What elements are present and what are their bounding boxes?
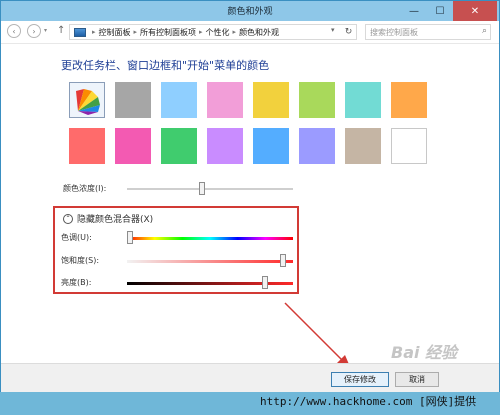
breadcrumb-item[interactable]: 控制面板 (99, 27, 131, 38)
saturation-slider-thumb[interactable] (280, 254, 287, 267)
intensity-track[interactable] (127, 188, 293, 190)
page-heading: 更改任务栏、窗口边框和"开始"菜单的颜色 (61, 59, 270, 72)
color-swatch[interactable] (253, 128, 289, 164)
hide-mixer-toggle[interactable]: ⌃ 隐藏颜色混合器(X) (63, 212, 153, 225)
color-swatch[interactable] (391, 82, 427, 118)
breadcrumb-item[interactable]: 颜色和外观 (239, 27, 279, 38)
back-button[interactable]: ‹ (7, 24, 21, 38)
address-bar[interactable]: ▸ 控制面板 ▸ 所有控制面板项 ▸ 个性化 ▸ 颜色和外观 (69, 24, 357, 40)
breadcrumb-item[interactable]: 个性化 (206, 27, 230, 38)
color-fan-icon (76, 89, 100, 115)
window-controls: — ☐ ✕ (401, 1, 497, 21)
brightness-slider-thumb[interactable] (261, 276, 268, 289)
color-mixer-panel: ⌃ 隐藏颜色混合器(X) 色调(U): 饱和度(S): 亮度(B): (53, 206, 299, 294)
maximize-button[interactable]: ☐ (427, 1, 453, 21)
color-swatch[interactable] (299, 82, 335, 118)
minimize-button[interactable]: — (401, 1, 427, 21)
intensity-slider-thumb[interactable] (198, 182, 205, 195)
hide-mixer-label: 隐藏颜色混合器(X) (77, 215, 154, 225)
saturation-label: 饱和度(S): (61, 256, 100, 265)
forward-button[interactable]: › (27, 24, 41, 38)
control-panel-icon (74, 27, 86, 37)
color-swatch[interactable] (207, 82, 243, 118)
color-swatch[interactable] (299, 128, 335, 164)
color-swatch[interactable] (161, 82, 197, 118)
address-dropdown-icon[interactable]: ▾ (331, 26, 335, 34)
collapse-icon: ⌃ (63, 213, 73, 224)
search-icon: ⌕ (481, 26, 487, 36)
color-appearance-window: 颜色和外观 — ☐ ✕ ‹ › ▾ ↑ ▸ 控制面板 ▸ 所有控制面板项 ▸ 个… (0, 0, 500, 392)
source-url-text: http://www.hackhome.com [网侠]提供 (260, 395, 477, 408)
title-bar: 颜色和外观 — ☐ ✕ (1, 1, 499, 21)
color-swatch[interactable] (345, 82, 381, 118)
hue-track[interactable] (127, 237, 293, 240)
brightness-label: 亮度(B): (61, 278, 92, 287)
saturation-track[interactable] (127, 260, 293, 263)
color-swatch[interactable] (115, 82, 151, 118)
watermark: Bai 经验 (391, 343, 458, 362)
color-swatch[interactable] (253, 82, 289, 118)
hue-slider-thumb[interactable] (127, 231, 134, 244)
swatch-automatic[interactable] (69, 82, 105, 118)
up-button[interactable]: ↑ (57, 25, 65, 36)
brightness-track[interactable] (127, 282, 293, 285)
save-changes-button[interactable]: 保存修改 (331, 372, 389, 387)
search-placeholder: 搜索控制面板 (370, 27, 418, 37)
cancel-button[interactable]: 取消 (395, 372, 439, 387)
search-input[interactable]: 搜索控制面板 ⌕ (365, 24, 491, 40)
color-swatch[interactable] (69, 128, 105, 164)
hue-label: 色调(U): (61, 233, 92, 242)
refresh-button[interactable]: ↻ (341, 24, 357, 40)
history-dropdown-icon[interactable]: ▾ (44, 27, 47, 34)
color-swatch[interactable] (115, 128, 151, 164)
navigation-bar: ‹ › ▾ ↑ ▸ 控制面板 ▸ 所有控制面板项 ▸ 个性化 ▸ 颜色和外观 ▾… (1, 21, 499, 44)
color-swatch[interactable] (391, 128, 427, 164)
intensity-label: 颜色浓度(I): (63, 184, 107, 193)
footer-bar: 保存修改 取消 (1, 363, 499, 392)
close-button[interactable]: ✕ (453, 1, 497, 21)
color-swatch[interactable] (345, 128, 381, 164)
color-swatch[interactable] (161, 128, 197, 164)
color-swatch[interactable] (207, 128, 243, 164)
breadcrumb-item[interactable]: 所有控制面板项 (140, 27, 196, 38)
